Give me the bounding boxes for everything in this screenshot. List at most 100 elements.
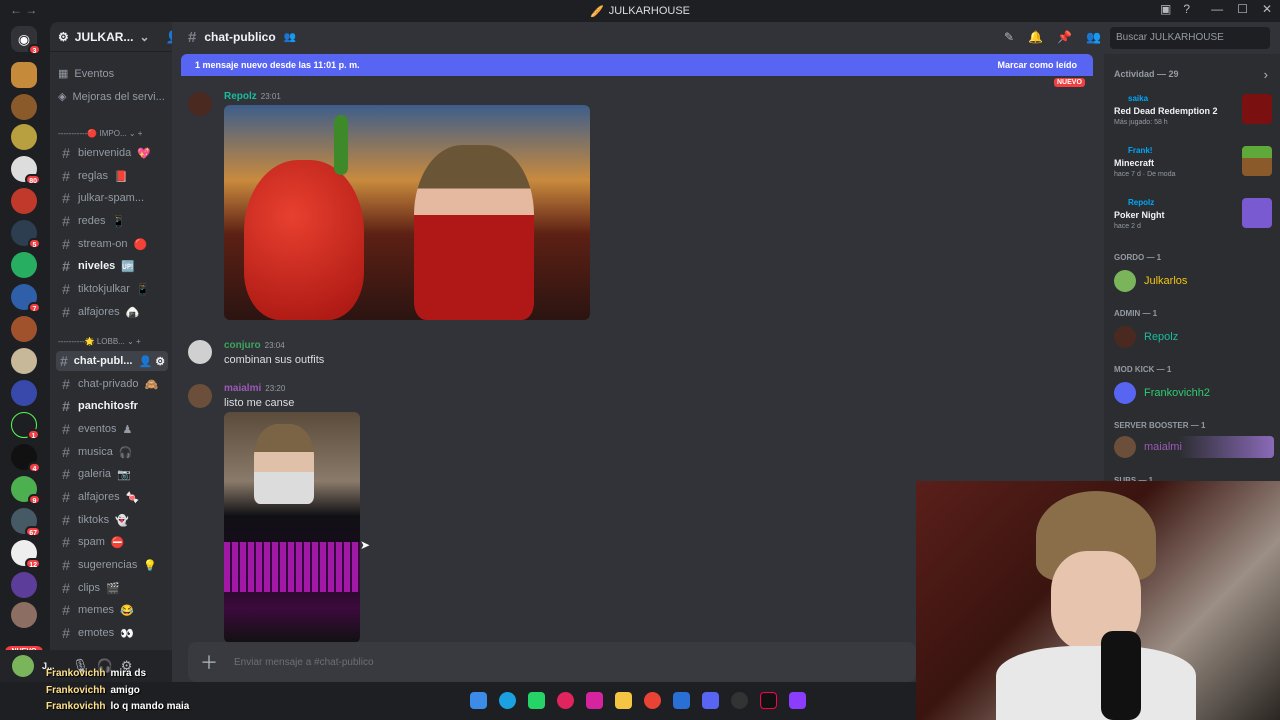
boosts-link[interactable]: ◈ Mejoras del servi...	[58, 90, 165, 104]
obs-icon[interactable]	[731, 692, 748, 709]
server-icon[interactable]	[11, 380, 37, 406]
message-author[interactable]: maialmi 23:20	[224, 383, 285, 394]
group-header: ADMIN — 1	[1114, 309, 1158, 318]
server-icon[interactable]: 7	[11, 284, 41, 313]
folder-icon[interactable]	[615, 692, 632, 709]
server-icon[interactable]: 1	[11, 412, 40, 440]
server-icon[interactable]	[11, 348, 37, 374]
channel-item[interactable]: # spam ⛔	[56, 532, 168, 552]
channel-item[interactable]: # bienvenida 💖	[56, 143, 168, 163]
app-icon[interactable]	[789, 692, 806, 709]
avatar[interactable]	[188, 92, 212, 116]
chrome-icon[interactable]	[644, 692, 661, 709]
server-icon[interactable]: 12	[11, 540, 41, 569]
channel-item[interactable]: # alfajores 🍬	[56, 487, 168, 507]
avatar[interactable]	[188, 384, 212, 408]
server-icon[interactable]	[11, 124, 37, 150]
instagram-icon[interactable]	[586, 692, 603, 709]
activity-header[interactable]: Actividad — 29	[1114, 69, 1179, 79]
activity-card[interactable]: Frank! Minecraft hace 7 d · De moda	[1104, 142, 1280, 190]
channel-item[interactable]: # eventos ♟	[56, 419, 168, 439]
server-icon[interactable]	[11, 602, 37, 628]
mark-read-button[interactable]: Marcar como leído	[997, 60, 1077, 70]
whatsapp-icon[interactable]	[528, 692, 545, 709]
inbox-icon[interactable]: ▣	[1160, 2, 1171, 16]
server-icon[interactable]: 4	[11, 444, 41, 473]
settings-icon[interactable]: 👤 ⚙	[138, 355, 165, 368]
channel-item[interactable]: # chat-privado 🙈	[56, 374, 168, 394]
composer-input[interactable]: Enviar mensaje a #chat-publico	[234, 657, 374, 668]
events-link[interactable]: ▦ Eventos	[58, 67, 114, 81]
windows-start-icon[interactable]	[470, 692, 487, 709]
channel-item[interactable]: # redes 📱	[56, 211, 168, 231]
server-icon[interactable]	[11, 572, 37, 598]
edge-icon[interactable]	[499, 692, 516, 709]
channel-item[interactable]: # panchitosfr	[56, 396, 168, 416]
media-player-icon[interactable]	[557, 692, 574, 709]
member-item[interactable]: Frankovichh2	[1114, 382, 1210, 404]
channel-item[interactable]: # memes 😂	[56, 600, 168, 620]
avatar[interactable]	[188, 340, 212, 364]
members-icon[interactable]: 👥	[1086, 30, 1101, 44]
discord-icon[interactable]	[702, 692, 719, 709]
channel-item[interactable]: # clips 🎬	[56, 578, 168, 598]
bell-icon[interactable]: 🔔	[1028, 30, 1043, 44]
discord-home-icon[interactable]: ◉ 3	[11, 26, 41, 55]
channel-item[interactable]: # tiktoks 👻	[56, 510, 168, 530]
channel-item[interactable]: # musica 🎧	[56, 442, 168, 462]
member-item[interactable]: maialmi	[1114, 436, 1274, 458]
channel-item-active[interactable]: # chat-publ... 👤 ⚙	[56, 351, 168, 371]
activity-card[interactable]: Repolz Poker Night hace 2 d	[1104, 194, 1280, 242]
channel-item[interactable]: # galeria 📷	[56, 464, 168, 484]
channel-item[interactable]: # niveles 🆙	[56, 256, 168, 276]
minimize-button[interactable]: —	[1211, 2, 1223, 16]
message-composer[interactable]: ＋ Enviar mensaje a #chat-publico	[188, 642, 916, 682]
channel-item[interactable]: # stream-on 🔴	[56, 234, 168, 254]
close-button[interactable]: ✕	[1262, 2, 1272, 16]
member-item[interactable]: Repolz	[1114, 326, 1178, 348]
taskbar	[470, 692, 806, 709]
server-icon[interactable]	[11, 252, 37, 278]
calendar-icon: ▦	[58, 68, 69, 80]
category-header[interactable]: ----------🌟 LOBB... ⌄ +	[58, 337, 141, 346]
message-image[interactable]	[224, 412, 360, 643]
avatar	[1114, 436, 1136, 458]
message-author[interactable]: conjuro 23:04	[224, 340, 285, 351]
search-input[interactable]: Buscar JULKARHOUSE	[1110, 27, 1270, 49]
server-icon[interactable]: 80	[11, 156, 41, 185]
mail-icon[interactable]	[673, 692, 690, 709]
channel-item[interactable]: # sugerencias 💡	[56, 555, 168, 575]
channel-item[interactable]: # tiktokjulkar 📱	[56, 279, 168, 299]
threads-icon[interactable]: ✎	[1004, 30, 1014, 44]
server-icon[interactable]: 9	[11, 476, 41, 505]
channel-item[interactable]: # emotes 👀	[56, 623, 168, 643]
server-julkarhouse[interactable]	[11, 62, 37, 88]
help-icon[interactable]: ?	[1183, 2, 1190, 16]
hash-icon: #	[62, 444, 70, 460]
webcam-shirt	[996, 646, 1196, 720]
message-author[interactable]: Repolz 23:01	[224, 91, 281, 102]
server-icon[interactable]	[11, 94, 37, 120]
pin-icon[interactable]: 📌	[1057, 30, 1072, 44]
hash-icon: #	[62, 145, 70, 161]
server-icon[interactable]: 67	[11, 508, 41, 537]
channel-item[interactable]: # julkar-spam...	[56, 188, 168, 208]
server-icon[interactable]: 5	[11, 220, 41, 249]
avatar[interactable]	[12, 655, 34, 677]
nav-arrows[interactable]: ← →	[10, 3, 37, 17]
tiktok-icon[interactable]	[760, 692, 777, 709]
member-item[interactable]: Julkarlos	[1114, 270, 1187, 292]
channel-item[interactable]: # reglas 📕	[56, 166, 168, 186]
server-icon[interactable]	[11, 316, 37, 342]
chevron-right-icon[interactable]: ›	[1264, 67, 1268, 82]
server-icon[interactable]	[11, 188, 37, 214]
hash-icon: #	[62, 304, 70, 320]
server-header[interactable]: ⚙ JULKAR... ⌄ 👤	[50, 22, 180, 52]
activity-card[interactable]: saika Red Dead Redemption 2 Más jugado: …	[1104, 90, 1280, 138]
channel-item[interactable]: # alfajores 🍙	[56, 302, 168, 322]
stream-chat-line: Frankovichh lo q mando maia	[46, 701, 190, 712]
category-header[interactable]: -----------🔴 IMPO... ⌄ +	[58, 129, 142, 138]
new-messages-banner[interactable]: 1 mensaje nuevo desde las 11:01 p. m. Ma…	[181, 54, 1093, 76]
message-image[interactable]	[224, 105, 590, 320]
maximize-button[interactable]: ☐	[1237, 2, 1248, 16]
